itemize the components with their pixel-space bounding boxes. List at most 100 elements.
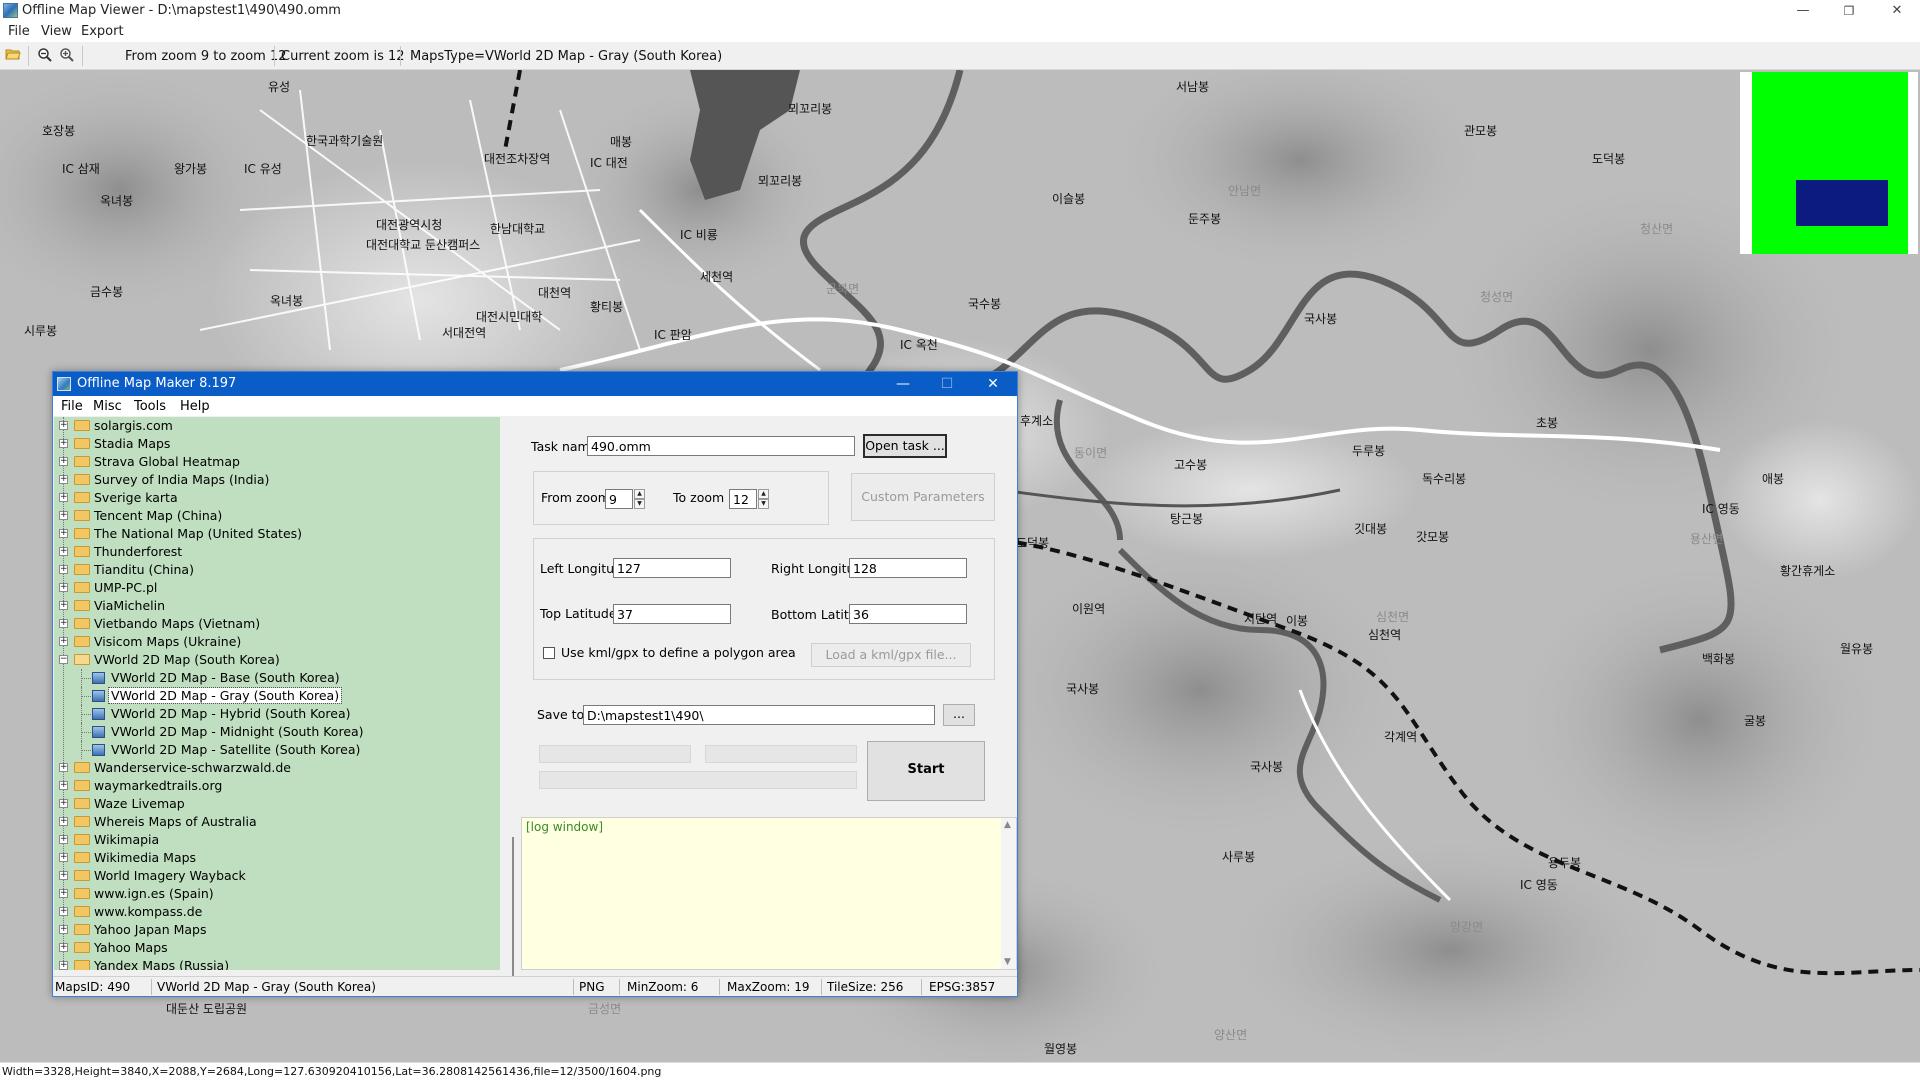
scroll-down-icon[interactable]: ▼ <box>1004 957 1011 967</box>
from-zoom-field[interactable]: 9 <box>605 489 633 509</box>
tree-folder-item[interactable]: + Tencent Map (China) <box>54 507 494 525</box>
expand-icon[interactable]: + <box>59 853 68 862</box>
tree-map-item[interactable]: VWorld 2D Map - Hybrid (South Korea) <box>54 705 494 723</box>
minimize-button[interactable]: — <box>1780 0 1826 22</box>
splitter-handle[interactable] <box>512 837 514 977</box>
tree-folder-item[interactable]: + Survey of India Maps (India) <box>54 471 494 489</box>
minimap-viewport[interactable] <box>1796 180 1888 226</box>
expand-icon[interactable]: + <box>59 943 68 952</box>
tree-folder-item[interactable]: + Visicom Maps (Ukraine) <box>54 633 494 651</box>
dialog-menu-file[interactable]: File <box>61 399 83 414</box>
expand-icon[interactable]: + <box>59 799 68 808</box>
tree-folder-item[interactable]: + Yahoo Japan Maps <box>54 921 494 939</box>
tree-folder-item[interactable]: + Waze Livemap <box>54 795 494 813</box>
expand-icon[interactable]: + <box>59 817 68 826</box>
tree-folder-item[interactable]: + www.ign.es (Spain) <box>54 885 494 903</box>
tree-folder-item[interactable]: + World Imagery Wayback <box>54 867 494 885</box>
menu-file[interactable]: File <box>8 24 30 39</box>
expand-icon[interactable]: + <box>59 493 68 502</box>
tree-folder-item[interactable]: + Yahoo Maps <box>54 939 494 957</box>
dialog-menu-help[interactable]: Help <box>180 399 210 414</box>
top-latitude-field[interactable]: 37 <box>613 604 731 624</box>
scroll-up-icon[interactable]: ▲ <box>1004 820 1011 830</box>
log-scrollbar[interactable]: ▲ ▼ <box>1001 818 1016 969</box>
tree-folder-item[interactable]: + Tianditu (China) <box>54 561 494 579</box>
open-folder-icon[interactable] <box>4 47 22 65</box>
restore-button[interactable]: ❐ <box>1826 0 1872 22</box>
log-window[interactable]: [log window] ▲ ▼ <box>521 817 1017 970</box>
open-task-button[interactable]: Open task ... <box>863 434 947 458</box>
tree-folder-item[interactable]: − VWorld 2D Map (South Korea) <box>54 651 494 669</box>
to-zoom-spinner[interactable]: ▲ ▼ <box>758 489 769 509</box>
expand-icon[interactable]: + <box>59 565 68 574</box>
kml-polygon-checkbox[interactable] <box>543 647 555 659</box>
dialog-menu-misc[interactable]: Misc <box>93 399 122 414</box>
expand-icon[interactable]: + <box>59 547 68 556</box>
expand-icon[interactable]: + <box>59 601 68 610</box>
tree-folder-item[interactable]: + Strava Global Heatmap <box>54 453 494 471</box>
start-button[interactable]: Start <box>867 741 985 801</box>
dialog-menu-tools[interactable]: Tools <box>134 399 166 414</box>
menu-view[interactable]: View <box>41 24 72 39</box>
bottom-latitude-field[interactable]: 36 <box>849 604 967 624</box>
expand-icon[interactable]: + <box>59 421 68 430</box>
tree-map-item[interactable]: VWorld 2D Map - Satellite (South Korea) <box>54 741 494 759</box>
expand-icon[interactable]: + <box>59 439 68 448</box>
expand-icon[interactable]: + <box>59 457 68 466</box>
tree-folder-item[interactable]: + UMP-PC.pl <box>54 579 494 597</box>
close-button[interactable]: ✕ <box>1874 0 1920 22</box>
load-kml-button[interactable]: Load a kml/gpx file... <box>811 643 971 667</box>
from-zoom-spinner[interactable]: ▲ ▼ <box>634 489 645 509</box>
expand-icon[interactable]: + <box>59 781 68 790</box>
to-zoom-field[interactable]: 12 <box>729 489 757 509</box>
tree-folder-item[interactable]: + www.kompass.de <box>54 903 494 921</box>
tree-folder-item[interactable]: + waymarkedtrails.org <box>54 777 494 795</box>
expand-icon[interactable]: + <box>59 961 68 970</box>
tree-folder-item[interactable]: + Thunderforest <box>54 543 494 561</box>
tree-folder-item[interactable]: + ViaMichelin <box>54 597 494 615</box>
task-name-field[interactable]: 490.omm <box>587 436 855 456</box>
expand-icon[interactable]: + <box>59 619 68 628</box>
expand-icon[interactable]: + <box>59 763 68 772</box>
expand-icon[interactable]: + <box>59 925 68 934</box>
tree-folder-item[interactable]: + Yandex Maps (Russia) <box>54 957 494 970</box>
folder-icon <box>74 762 90 773</box>
save-to-label: Save to: <box>537 707 589 722</box>
expand-icon[interactable]: + <box>59 511 68 520</box>
minimap[interactable] <box>1740 72 1918 254</box>
dialog-close-button[interactable]: ✕ <box>973 372 1013 396</box>
tree-map-item[interactable]: VWorld 2D Map - Midnight (South Korea) <box>54 723 494 741</box>
expand-icon[interactable]: + <box>59 907 68 916</box>
tree-folder-item[interactable]: + Wanderservice-schwarzwald.de <box>54 759 494 777</box>
expand-icon[interactable]: + <box>59 835 68 844</box>
expand-icon[interactable]: + <box>59 529 68 538</box>
zoom-in-icon[interactable] <box>58 47 76 65</box>
collapse-icon[interactable]: − <box>59 655 68 664</box>
zoom-out-icon[interactable] <box>36 47 54 65</box>
browse-button[interactable]: ... <box>943 704 975 726</box>
tree-folder-item[interactable]: + Wikimapia <box>54 831 494 849</box>
panel-splitter[interactable] <box>501 417 521 977</box>
tree-folder-item[interactable]: + Stadia Maps <box>54 435 494 453</box>
dialog-minimize-button[interactable]: — <box>883 372 923 396</box>
expand-icon[interactable]: + <box>59 871 68 880</box>
menu-export[interactable]: Export <box>81 24 124 39</box>
dialog-maximize-button[interactable]: ☐ <box>927 372 967 396</box>
tree-folder-item[interactable]: + Vietbando Maps (Vietnam) <box>54 615 494 633</box>
custom-parameters-button[interactable]: Custom Parameters <box>851 473 995 521</box>
tree-folder-item[interactable]: + solargis.com <box>54 417 494 435</box>
right-longitude-field[interactable]: 128 <box>849 558 967 578</box>
expand-icon[interactable]: + <box>59 475 68 484</box>
tree-map-item[interactable]: VWorld 2D Map - Base (South Korea) <box>54 669 494 687</box>
tree-folder-item[interactable]: + Sverige karta <box>54 489 494 507</box>
expand-icon[interactable]: + <box>59 889 68 898</box>
tree-folder-item[interactable]: + The National Map (United States) <box>54 525 494 543</box>
tree-map-item[interactable]: VWorld 2D Map - Gray (South Korea) <box>54 687 494 705</box>
expand-icon[interactable]: + <box>59 583 68 592</box>
tree-folder-item[interactable]: + Whereis Maps of Australia <box>54 813 494 831</box>
tree-folder-item[interactable]: + Wikimedia Maps <box>54 849 494 867</box>
expand-icon[interactable]: + <box>59 637 68 646</box>
left-longitude-field[interactable]: 127 <box>613 558 731 578</box>
map-source-tree[interactable]: + solargis.com + Stadia Maps + Strava Global … <box>54 417 500 970</box>
save-to-field[interactable]: D:\mapstest1\490\ <box>583 705 935 725</box>
